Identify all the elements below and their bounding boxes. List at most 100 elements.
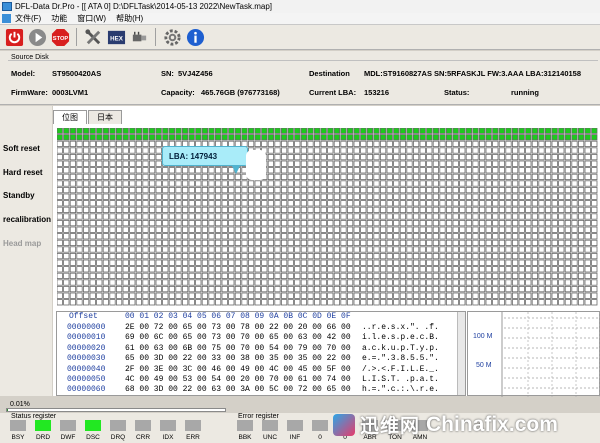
tools-icon: [84, 28, 100, 44]
error-led: [312, 420, 328, 431]
status-flag-label: BSY: [11, 434, 25, 441]
error-flag-label: 0: [318, 434, 322, 441]
status-flag-label: ERR: [186, 434, 200, 441]
hex-bytes: 68 00 3D 00 22 00 63 00 3A 00 5C 00 72 0…: [125, 385, 351, 395]
hex-header: Offset 00 01 02 03 04 05 06 07 08 09 0A …: [57, 312, 465, 322]
menu-file[interactable]: 文件(F): [15, 13, 41, 24]
current-lba-label: Current LBA:: [309, 88, 357, 97]
menu-function[interactable]: 功能: [51, 13, 67, 24]
tab-bitmap[interactable]: 位图: [53, 110, 87, 124]
soft-reset-button[interactable]: Soft reset: [0, 139, 52, 157]
error-register-label: Error register: [238, 413, 279, 420]
head-map-button[interactable]: Head map: [0, 234, 52, 252]
tools-button[interactable]: [83, 27, 103, 47]
progress-bar: [6, 408, 226, 412]
hex-bytes: 2F 00 3E 00 3C 00 46 00 49 00 4C 00 45 0…: [125, 364, 351, 374]
hex-row[interactable]: 00000040 2F 00 3E 00 3C 00 46 00 49 00 4C…: [57, 364, 465, 375]
usb-button[interactable]: [129, 27, 149, 47]
hex-ascii: i.l.e.s.p.e.c.B.: [362, 333, 439, 343]
view-tabs: 位图 日本: [53, 110, 123, 124]
status-flag-label: IDX: [162, 434, 174, 441]
status-led: [135, 420, 151, 431]
speed-label-100: 100 M: [473, 333, 493, 340]
gear-icon: [163, 28, 181, 46]
error-led: [287, 420, 303, 431]
current-lba-value: 153216: [364, 88, 390, 97]
status-flag-label: DRQ: [110, 434, 126, 441]
hex-row[interactable]: 00000060 68 00 3D 00 22 00 63 00 3A 00 5C…: [57, 385, 465, 395]
hard-reset-button[interactable]: Hard reset: [0, 163, 52, 181]
hex-view-button[interactable]: HEX: [106, 27, 126, 47]
stop-button[interactable]: STOP: [50, 27, 70, 47]
error-flag-label: INF: [289, 434, 301, 441]
watermark: 迅维网 Chinafix.com: [333, 406, 600, 443]
watermark-cn: 迅维网: [360, 416, 421, 437]
capacity-label: Capacity:: [161, 88, 195, 97]
tooltip-tail: [232, 166, 240, 174]
play-icon: [28, 28, 46, 46]
capacity-value: 465.76GB (976773168): [201, 88, 280, 97]
standby-button[interactable]: Standby: [0, 186, 52, 204]
sector-bitmap: [57, 128, 600, 310]
toolbar-separator: [76, 28, 77, 46]
speed-chart: 100 M 50 M: [467, 311, 600, 397]
hex-address: 00000010: [67, 333, 106, 343]
toolbar-separator: [155, 28, 156, 46]
status-led: [35, 420, 51, 431]
hex-scrollbar[interactable]: [457, 312, 465, 395]
usb-plug-icon: [132, 31, 146, 41]
speed-chart-grid: [501, 312, 600, 397]
error-led: [237, 420, 253, 431]
hex-address: 00000040: [67, 364, 106, 374]
hex-ascii: ..r.e.s.x.". .f.: [362, 323, 439, 332]
hex-row[interactable]: 00000020 61 00 63 00 6B 00 75 00 70 00 54…: [57, 343, 465, 354]
error-led: [262, 420, 278, 431]
status-value: running: [511, 88, 539, 97]
hex-address: 00000050: [67, 375, 106, 384]
model-label: Model:: [11, 69, 36, 78]
menu-window[interactable]: 窗口(W): [77, 13, 106, 24]
status-led: [60, 420, 76, 431]
progress-percent: 0.01%: [10, 401, 30, 408]
settings-button[interactable]: [162, 27, 182, 47]
hex-address: 00000060: [67, 385, 106, 395]
status-flag-label: DSC: [86, 434, 100, 441]
hex-address: 00000000: [67, 323, 106, 332]
model-value: ST9500420AS: [52, 69, 102, 78]
hex-ascii: e.=.".3.8.5.5.".: [362, 354, 439, 364]
hex-row[interactable]: 00000030 65 00 3D 00 22 00 33 00 38 00 35…: [57, 354, 465, 364]
hex-row[interactable]: 00000010 69 00 6C 00 65 00 73 00 70 00 65…: [57, 333, 465, 343]
tooltip-shadow: [246, 150, 266, 180]
hex-ascii: h.=.".c.:.\.r.e.: [362, 385, 439, 395]
power-button[interactable]: [4, 27, 24, 47]
divider: [8, 60, 598, 61]
disk-info-panel: Source Disk Model: ST9500420AS SN: 5VJ4Z…: [0, 51, 600, 105]
app-icon: [2, 2, 12, 11]
hex-viewer[interactable]: Offset 00 01 02 03 04 05 06 07 08 09 0A …: [56, 311, 466, 396]
sn-label: SN:: [161, 69, 174, 78]
info-button[interactable]: [185, 27, 205, 47]
lba-tooltip: LBA: 147943: [162, 146, 248, 166]
tab-log[interactable]: 日本: [88, 110, 122, 124]
hex-row[interactable]: 00000050 4C 00 49 00 53 00 54 00 20 00 70…: [57, 375, 465, 385]
status-led: [110, 420, 126, 431]
hex-address: 00000020: [67, 343, 106, 353]
hex-ascii: a.c.k.u.p.T.y.p.: [362, 343, 439, 353]
sector-grid: [57, 128, 598, 306]
stop-icon-label: STOP: [52, 35, 68, 41]
menu-help[interactable]: 帮助(H): [116, 13, 143, 24]
command-panel: Soft reset Hard reset Standby recalibrat…: [0, 106, 52, 396]
destination-label: Destination: [309, 69, 350, 78]
document-icon: [2, 14, 11, 23]
firmware-value: 0003LVM1: [52, 88, 89, 97]
hex-row[interactable]: 00000000 2E 00 72 00 65 00 73 00 78 00 22…: [57, 323, 465, 333]
sn-value: 5VJ4Z456: [178, 69, 213, 78]
status-led: [85, 420, 101, 431]
status-flag-label: DWF: [60, 434, 76, 441]
status-flag-label: CRR: [135, 434, 151, 441]
toolbar: STOP HEX: [0, 25, 600, 50]
recalibration-button[interactable]: recalibration: [0, 210, 52, 228]
play-button[interactable]: [27, 27, 47, 47]
status-led: [160, 420, 176, 431]
menu-bar: 文件(F) 功能 窗口(W) 帮助(H): [0, 13, 600, 25]
